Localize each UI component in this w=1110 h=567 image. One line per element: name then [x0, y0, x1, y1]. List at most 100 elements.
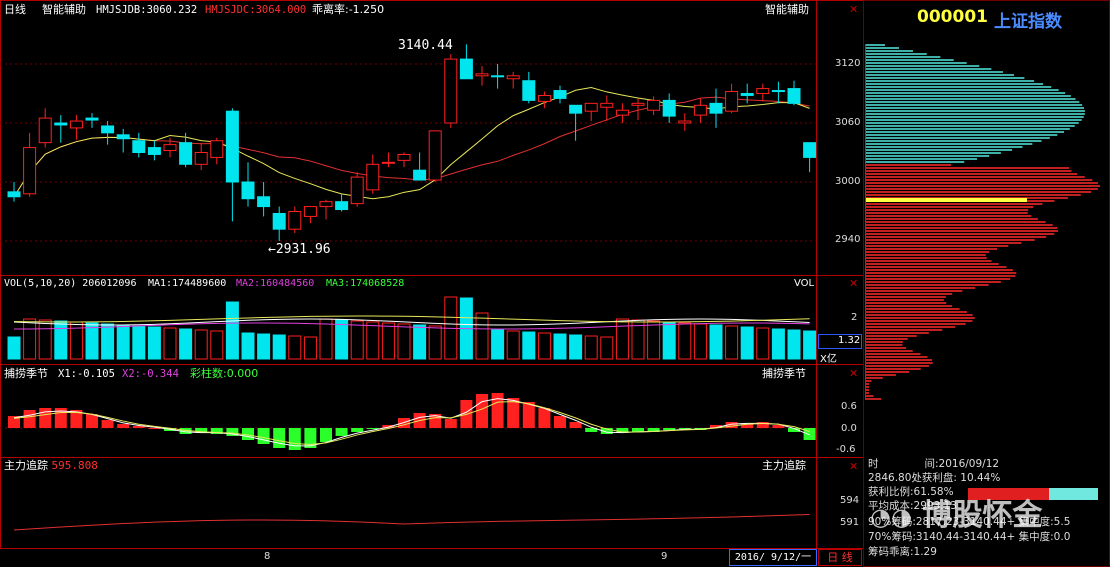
chip-bar-red — [865, 185, 1101, 187]
season-bar-red — [86, 414, 98, 428]
season-bar-red — [538, 408, 551, 428]
volume-bar — [553, 333, 567, 360]
chip-bar-red — [865, 194, 1081, 196]
chip-bar-red — [865, 179, 1093, 181]
chip-bar-red — [865, 281, 1001, 283]
chip-bar-red — [865, 326, 956, 328]
chip-bar-cyan — [865, 86, 1052, 88]
chip-bar-red — [865, 278, 1011, 280]
candle-up — [163, 144, 177, 152]
chip-bar-red — [865, 305, 953, 307]
volume-bar — [116, 324, 130, 360]
chip-bar-red — [865, 308, 960, 310]
volume-bar — [241, 332, 255, 360]
chip-bar-cyan — [865, 143, 1033, 145]
candle-up — [506, 75, 520, 80]
season-bar-green — [257, 428, 270, 444]
chip-bar-cyan — [865, 71, 1003, 73]
candle-up — [631, 102, 645, 106]
chip-bar-cyan — [865, 155, 990, 157]
chip-bar-red — [865, 368, 921, 370]
volume-bar — [771, 328, 785, 360]
chip-bar-cyan — [865, 146, 1023, 148]
chip-bar-red — [865, 302, 947, 304]
volume-bar — [225, 301, 239, 360]
candle-up — [381, 161, 395, 164]
volume-bar — [522, 331, 536, 360]
candle-down — [85, 117, 99, 121]
chip-bar-red — [865, 212, 1028, 214]
candle-down — [803, 142, 817, 158]
candle-down — [225, 110, 239, 183]
chip-bar-cyan — [865, 44, 885, 46]
volume-bar — [335, 319, 349, 360]
volume-bar — [491, 329, 505, 360]
season-bar-green — [663, 428, 676, 430]
chip-bar-red — [865, 170, 1072, 172]
candle-down — [179, 142, 193, 165]
season-bar-green — [288, 428, 301, 450]
volume-bar — [787, 329, 801, 360]
chip-bar-cyan — [865, 89, 1059, 91]
candle-down — [413, 169, 427, 181]
chip-bar-red — [865, 353, 921, 355]
chip-bar-red — [865, 269, 1013, 271]
volume-bar — [366, 321, 380, 360]
chip-bar-red — [865, 224, 1053, 226]
candle-down — [459, 58, 473, 80]
candle-down — [54, 122, 68, 126]
chip-bar-red — [865, 287, 976, 289]
season-bar-red — [117, 424, 130, 428]
volume-bar — [647, 320, 661, 360]
volume-bar — [569, 334, 583, 360]
volume-bar — [194, 329, 208, 360]
candle-up — [288, 211, 302, 230]
tracking-line — [13, 513, 810, 531]
candle-up — [584, 102, 598, 112]
candle-up — [38, 117, 52, 144]
chip-bar-red — [865, 314, 973, 316]
candle-up — [194, 152, 208, 165]
volume-bar — [23, 318, 37, 360]
chip-bar-cyan — [865, 107, 1085, 109]
candle-up — [210, 140, 224, 158]
volume-bar — [397, 323, 411, 360]
candle-down — [771, 90, 785, 93]
candle-down — [740, 93, 754, 96]
chip-bar-cyan — [865, 53, 927, 55]
chip-bar-red — [865, 317, 975, 319]
chip-bar-cyan — [865, 116, 1084, 118]
season-bar-red — [398, 418, 410, 428]
chip-bar-red — [865, 263, 999, 265]
chip-bar-cyan — [865, 110, 1085, 112]
volume-bar — [537, 332, 551, 360]
chip-bar-red — [865, 335, 917, 337]
volume-bar — [803, 330, 817, 360]
chip-bar-cyan — [865, 77, 1025, 79]
chip-bar-red — [865, 239, 1035, 241]
chip-bar-red — [865, 290, 963, 292]
chip-bar-red — [865, 311, 968, 313]
season-bar-green — [335, 428, 348, 436]
volume-bar — [147, 326, 161, 360]
season-bar-green — [351, 428, 364, 432]
candle-up — [303, 206, 317, 217]
candle-up — [647, 99, 661, 111]
chip-bar-red — [865, 221, 1046, 223]
volume-bar — [303, 336, 317, 360]
chip-bar-cyan — [865, 134, 1058, 136]
chip-bar-cyan — [865, 149, 1013, 151]
candle-down — [553, 90, 567, 99]
chip-bar-cyan — [865, 50, 913, 52]
season-bar-red — [554, 416, 566, 428]
chip-bar-red — [865, 365, 929, 367]
chip-bar-cyan — [865, 104, 1083, 106]
chip-bar-red — [865, 176, 1085, 178]
volume-bar — [319, 318, 333, 360]
chip-bar-red — [865, 323, 966, 325]
volume-bar — [662, 321, 676, 360]
chip-bar-cyan — [865, 65, 980, 67]
volume-bar — [210, 330, 224, 360]
chip-bar-red — [865, 296, 946, 298]
volume-bar — [7, 336, 21, 360]
